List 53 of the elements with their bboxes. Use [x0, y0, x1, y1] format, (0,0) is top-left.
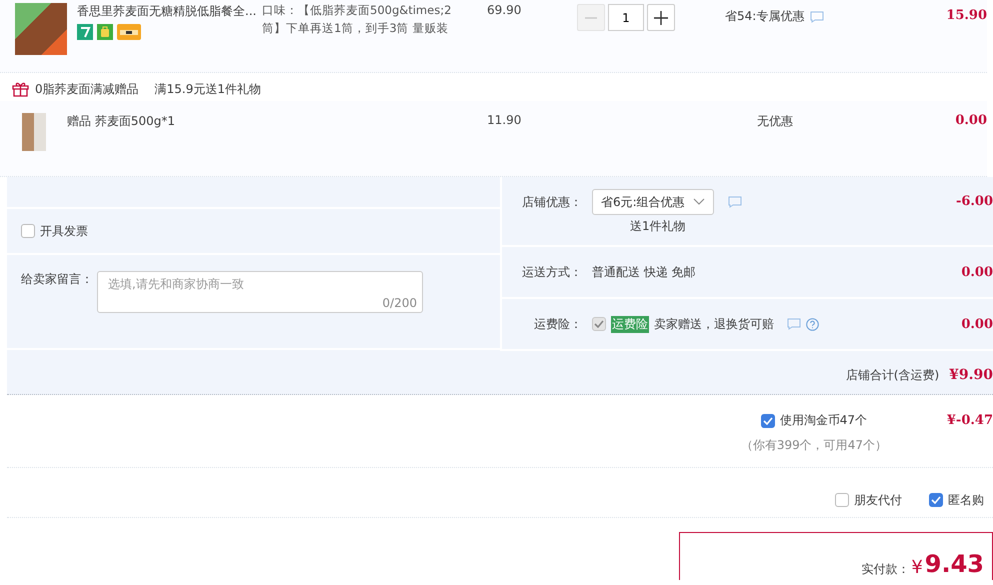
insurance-text: 卖家赠送，退换货可赔: [654, 316, 774, 332]
comment-icon[interactable]: [810, 11, 824, 23]
gift-title: 赠品 荞麦面500g*1: [67, 113, 176, 130]
gift-note: 送1件礼物: [630, 218, 687, 235]
shop-discount-label: 店铺优惠：: [521, 194, 583, 211]
currency-sign: ¥: [911, 557, 923, 578]
coins-note: （你有399个，可用47个）: [740, 437, 887, 454]
seven-day-icon: [77, 24, 93, 40]
comment-icon[interactable]: [787, 318, 801, 330]
help-icon[interactable]: [806, 318, 819, 330]
message-label: 给卖家留言：: [21, 271, 93, 288]
subtotal: 0.00: [954, 113, 987, 130]
insurance-label: 运费险：: [533, 316, 583, 332]
char-counter: 0/200: [382, 296, 417, 310]
product-photo-placeholder: [15, 3, 67, 55]
card-icon: [117, 24, 141, 40]
option-label: 朋友代付: [854, 492, 902, 508]
coins-label: 使用淘金币47个: [780, 412, 868, 429]
option-label: 匿名购: [948, 492, 984, 508]
unit-price: 11.90: [487, 113, 522, 129]
coins-checkbox[interactable]: [760, 414, 775, 428]
bag-icon: [97, 24, 113, 40]
option-checkbox[interactable]: [929, 493, 943, 507]
pay-amount: 9.43: [924, 550, 984, 578]
promo-rule: 满15.9元送1件礼物: [154, 80, 261, 98]
discount-dropdown[interactable]: 省6元:组合优惠: [592, 189, 714, 215]
product-spec: 口味：【低脂荞麦面500g&times;2筒】下单再送1筒，到手3筒 量贩装: [262, 2, 452, 37]
shipping-method: 普通配送 快递 免邮: [592, 264, 697, 280]
coins-amount: ¥-0.47: [946, 412, 993, 428]
shop-total-label: 店铺合计(含运费): [846, 366, 940, 384]
discount-text: 省54:专属优惠: [725, 8, 804, 25]
shipping-amount: 0.00: [960, 264, 993, 280]
discount-amount: -6.00: [954, 193, 993, 209]
comment-icon[interactable]: [728, 196, 742, 208]
quantity-field[interactable]: 1: [608, 4, 644, 31]
insurance-tag: 运费险: [611, 316, 649, 332]
gift-photo-placeholder: [22, 113, 46, 151]
shop-total-amount: ¥9.90: [949, 367, 993, 383]
discount-text: 无优惠: [757, 113, 794, 130]
increase-button[interactable]: [647, 4, 675, 31]
chevron-icon: [693, 198, 705, 206]
gift-icon: [12, 81, 29, 97]
unit-price: 69.90: [487, 3, 522, 19]
promo-name: 0脂荞麦面满减赠品: [35, 80, 139, 98]
pay-label: 实付款：: [861, 561, 910, 578]
shipping-label: 运送方式：: [521, 264, 583, 280]
subtotal: 15.90: [945, 8, 987, 25]
invoice-label: 开具发票: [40, 222, 88, 240]
insurance-amount: 0.00: [960, 316, 993, 332]
invoice-checkbox[interactable]: [21, 224, 35, 238]
product-title[interactable]: 香思里荞麦面无糖精脱低脂餐全...: [77, 3, 262, 20]
plus-icon: [654, 10, 668, 24]
option-checkbox[interactable]: [835, 493, 849, 507]
